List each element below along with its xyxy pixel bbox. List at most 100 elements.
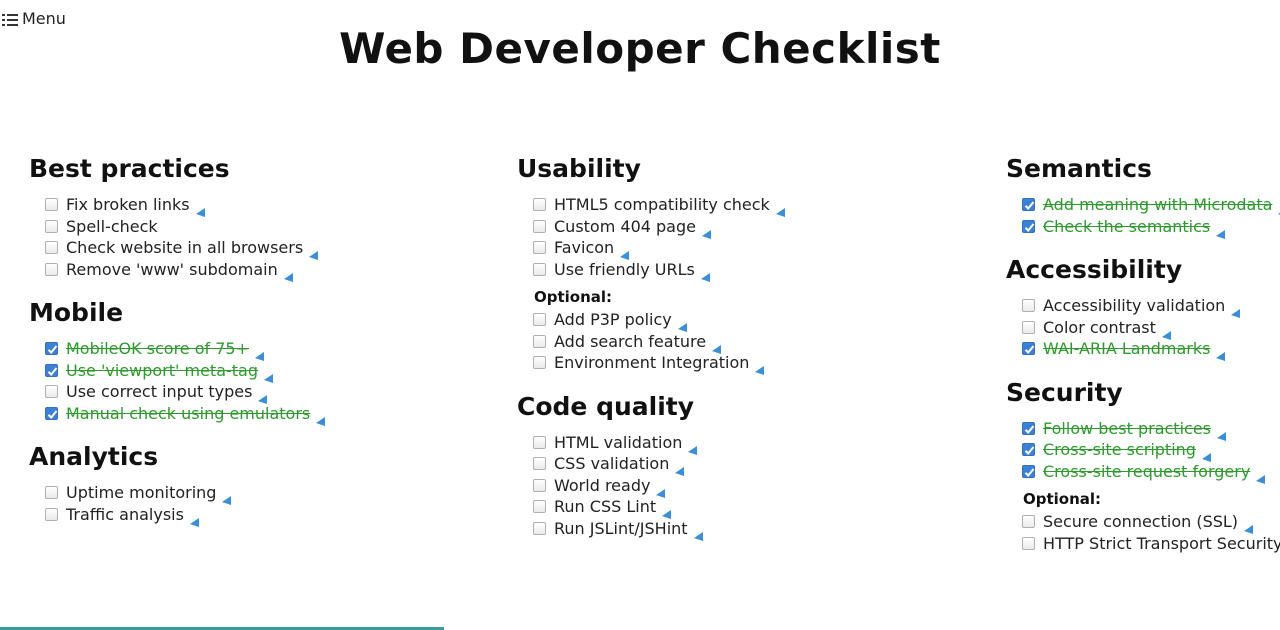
checkbox[interactable] (533, 241, 546, 254)
info-arrow-icon[interactable] (1161, 324, 1171, 340)
info-arrow-icon[interactable] (1244, 518, 1254, 534)
checkbox[interactable] (45, 241, 58, 254)
checkbox[interactable] (533, 500, 546, 513)
item-label: Cross-site scripting (1043, 440, 1196, 459)
checkbox[interactable] (45, 486, 58, 499)
info-arrow-icon[interactable] (1216, 223, 1226, 239)
checklist-item-http-strict-transport-security[interactable]: HTTP Strict Transport Security (1006, 533, 1280, 555)
checkbox[interactable] (533, 198, 546, 211)
info-arrow-icon[interactable] (712, 338, 722, 354)
checkbox[interactable] (1022, 464, 1035, 478)
checkbox[interactable] (533, 435, 546, 449)
info-arrow-icon[interactable] (675, 460, 685, 476)
checklist-item-use-friendly-urls[interactable]: Use friendly URLs (517, 259, 937, 282)
info-arrow-icon[interactable] (309, 244, 319, 260)
checkbox[interactable] (533, 478, 546, 492)
checkbox[interactable] (533, 219, 546, 233)
info-arrow-icon[interactable] (264, 367, 274, 383)
checklist-item-check-the-semantics[interactable]: Check the semantics (1006, 216, 1280, 239)
checklist-item-manual-check-using-emulators[interactable]: Manual check using emulators (29, 403, 449, 426)
checklist-item-favicon[interactable]: Favicon (517, 237, 937, 260)
info-arrow-icon[interactable] (1201, 446, 1211, 462)
info-arrow-icon[interactable] (701, 223, 711, 239)
checkbox[interactable] (45, 363, 58, 377)
info-arrow-icon[interactable] (283, 266, 293, 282)
checklist-item-run-css-lint[interactable]: Run CSS Lint (517, 496, 937, 519)
checkbox[interactable] (45, 406, 58, 420)
info-arrow-icon[interactable] (195, 201, 205, 217)
section-heading: Mobile (29, 298, 124, 327)
checkbox[interactable] (45, 342, 58, 355)
checkbox[interactable] (533, 457, 546, 470)
checkbox[interactable] (1022, 515, 1035, 528)
info-arrow-icon[interactable] (1231, 302, 1241, 318)
item-label: Add meaning with Microdata (1043, 195, 1273, 214)
info-arrow-icon[interactable] (255, 345, 265, 361)
info-arrow-icon[interactable] (775, 201, 785, 217)
checkbox[interactable] (533, 521, 546, 535)
checkbox[interactable] (1022, 198, 1035, 211)
checkbox[interactable] (1022, 421, 1035, 435)
checklist-item-custom-404-page[interactable]: Custom 404 page (517, 216, 937, 239)
info-arrow-icon[interactable] (1217, 425, 1226, 441)
checklist-item-use-viewport-meta-tag[interactable]: Use 'viewport' meta-tag (29, 360, 449, 383)
checklist-item-remove-www-subdomain[interactable]: Remove 'www' subdomain (29, 259, 449, 282)
checklist-item-uptime-monitoring[interactable]: Uptime monitoring (29, 482, 449, 505)
checklist-item-add-p3p-policy[interactable]: Add P3P policy (517, 309, 937, 332)
checklist-item-cross-site-scripting[interactable]: Cross-site scripting (1006, 439, 1280, 462)
checkbox[interactable] (45, 507, 58, 521)
checkbox[interactable] (533, 356, 546, 369)
checklist-item-follow-best-practices[interactable]: Follow best practices (1006, 418, 1280, 441)
info-arrow-icon[interactable] (693, 525, 703, 541)
checklist-item-accessibility-validation[interactable]: Accessibility validation (1006, 295, 1280, 318)
info-arrow-icon[interactable] (662, 503, 672, 519)
info-arrow-icon[interactable] (700, 266, 710, 282)
checklist-item-add-search-feature[interactable]: Add search feature (517, 331, 937, 354)
section-code-quality: Code quality HTML validation CSS validatio… (517, 388, 937, 554)
info-arrow-icon[interactable] (1216, 345, 1226, 361)
checklist-item-html-validation[interactable]: HTML validation (517, 432, 937, 455)
checkbox[interactable] (45, 198, 58, 211)
info-arrow-icon[interactable] (677, 316, 687, 332)
checklist-item-run-jslint-jshint[interactable]: Run JSLint/JSHint (517, 518, 937, 541)
checkbox[interactable] (1022, 342, 1035, 355)
checklist-item-cross-site-request-forgery[interactable]: Cross-site request forgery (1006, 461, 1280, 484)
checkbox[interactable] (45, 385, 58, 398)
checklist-item-environment-integration[interactable]: Environment Integration (517, 352, 937, 375)
info-arrow-icon[interactable] (1256, 468, 1266, 484)
checkbox[interactable] (1022, 299, 1035, 312)
checklist-item-add-meaning-with-microdata[interactable]: Add meaning with Microdata (1006, 194, 1280, 216)
optional-label: Optional: (534, 288, 613, 306)
checklist-item-check-website-in-all-browsers[interactable]: Check website in all browsers (29, 237, 449, 260)
checkbox[interactable] (1022, 320, 1035, 334)
info-arrow-icon[interactable] (688, 439, 698, 455)
checklist-item-spell-check[interactable]: Spell-check (29, 216, 449, 238)
info-arrow-icon[interactable] (189, 511, 199, 527)
checkbox[interactable] (533, 313, 546, 326)
info-arrow-icon[interactable] (258, 388, 268, 404)
item-label: CSS validation (554, 454, 670, 473)
checklist-item-color-contrast[interactable]: Color contrast (1006, 317, 1280, 340)
checkbox[interactable] (1022, 536, 1035, 550)
checklist-item-css-validation[interactable]: CSS validation (517, 453, 937, 476)
checkbox[interactable] (1022, 443, 1035, 456)
checkbox[interactable] (45, 219, 58, 233)
checklist-item-fix-broken-links[interactable]: Fix broken links (29, 194, 449, 217)
checkbox[interactable] (533, 334, 546, 348)
info-arrow-icon[interactable] (222, 489, 232, 505)
info-arrow-icon[interactable] (755, 359, 765, 375)
checklist-item-traffic-analysis[interactable]: Traffic analysis (29, 504, 449, 527)
info-arrow-icon[interactable] (656, 482, 666, 498)
checklist-item-secure-connection-ssl[interactable]: Secure connection (SSL) (1006, 511, 1280, 534)
checkbox[interactable] (533, 262, 546, 276)
checklist-item-html5-compatibility-check[interactable]: HTML5 compatibility check (517, 194, 937, 217)
info-arrow-icon[interactable] (316, 410, 326, 426)
checklist-item-wai-aria-landmarks[interactable]: WAI-ARIA Landmarks (1006, 338, 1280, 361)
info-arrow-icon[interactable] (620, 244, 630, 260)
checklist-item-mobileok-score-of-75[interactable]: MobileOK score of 75+ (29, 338, 449, 361)
item-label: Add search feature (554, 331, 707, 351)
checklist-item-world-ready[interactable]: World ready (517, 475, 937, 498)
checklist-item-use-correct-input-types[interactable]: Use correct input types (29, 381, 449, 404)
checkbox[interactable] (45, 262, 58, 276)
checkbox[interactable] (1022, 219, 1035, 233)
